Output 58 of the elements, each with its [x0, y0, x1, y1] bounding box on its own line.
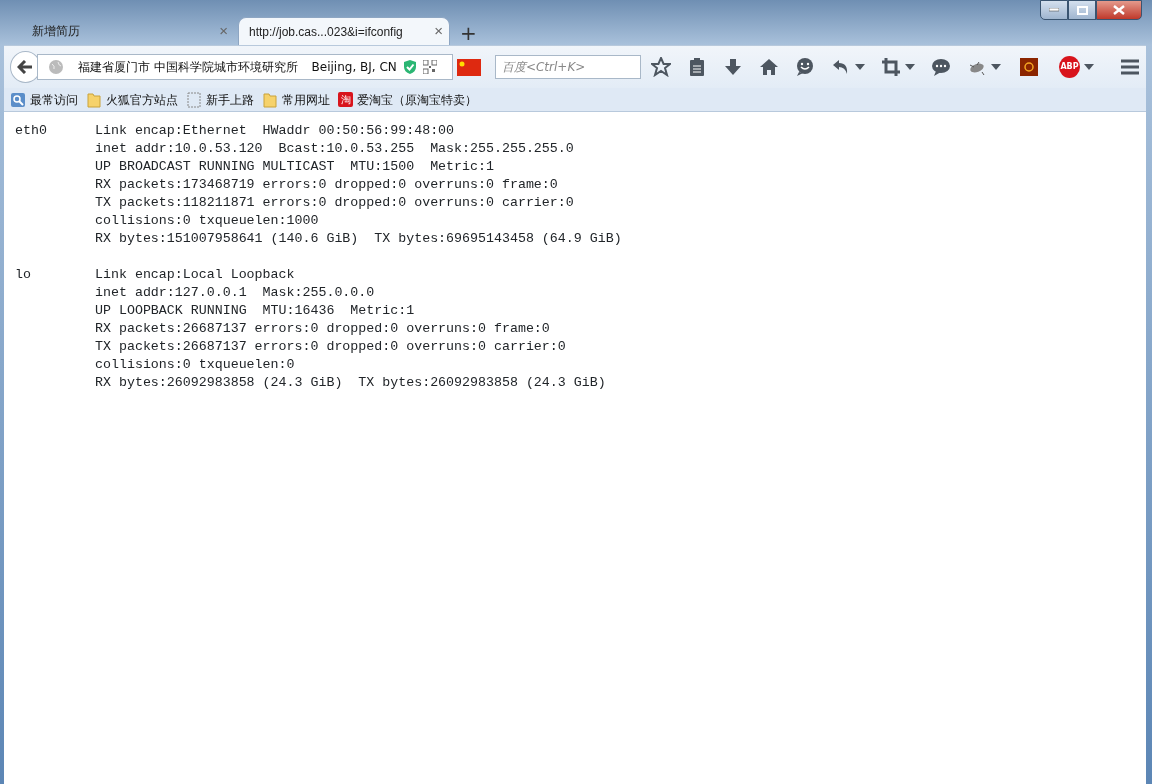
caret-icon[interactable] [1084, 64, 1094, 70]
shield-icon [402, 59, 417, 75]
output-line: TX packets:118211871 errors:0 dropped:0 overruns:0 carrier:0 [95, 194, 575, 212]
shop-logo-icon: 淘 [338, 92, 353, 107]
sun-square-icon[interactable] [1018, 57, 1039, 77]
crop-icon[interactable] [880, 57, 901, 77]
bookmark-link[interactable]: 常用网址 [262, 90, 330, 109]
geo-text: Beijing, BJ, CN [311, 59, 397, 76]
page-icon [186, 91, 202, 108]
output-line: collisions:0 txqueuelen:0 [95, 356, 296, 374]
output-line: UP LOOPBACK RUNNING MTU:16436 Metric:1 [95, 302, 416, 320]
minimize-button[interactable] [1040, 0, 1068, 20]
chat-bubble-icon[interactable] [930, 57, 951, 77]
adblock-icon[interactable]: ABP [1058, 56, 1080, 78]
minimize-icon [1049, 8, 1059, 12]
bookmark-link[interactable]: 淘 爱淘宝（原淘宝特卖） [338, 90, 477, 109]
flag-icon [456, 58, 481, 76]
caret-icon[interactable] [990, 64, 1001, 70]
search-field[interactable]: 百度<Ctrl+K> [494, 55, 641, 79]
interface-name: eth0 [15, 122, 48, 140]
output-line: RX bytes:151007958641 (140.6 GiB) TX bytes:69695143458 (64.9 GiB) [95, 230, 622, 248]
smiley-chat-icon[interactable] [794, 57, 815, 77]
back-arrow-icon [17, 60, 34, 74]
caret-icon[interactable] [904, 64, 915, 70]
qr-code-icon [422, 60, 437, 74]
folder-icon [262, 91, 278, 108]
output-line: inet addr:127.0.0.1 Mask:255.0.0.0 [95, 284, 376, 302]
output-line: Link encap:Local Loopback [95, 266, 296, 284]
output-line: inet addr:10.0.53.120 Bcast:10.0.53.255 Mask:255.255.255.0 [95, 140, 575, 158]
new-tab-button[interactable]: + [460, 23, 477, 43]
bookmark-link[interactable]: 火狐官方站点 [86, 90, 178, 109]
location-text: 福建省厦门市 中国科学院城市环境研究所 [77, 59, 298, 76]
browser-tab[interactable]: http://job.cas...023&i=ifconfig × [238, 17, 450, 45]
close-button[interactable] [1096, 0, 1142, 20]
maximize-icon [1076, 5, 1088, 15]
home-icon[interactable] [758, 57, 779, 77]
browser-tab[interactable]: 新增简历 × [22, 17, 234, 45]
interface-name: lo [15, 266, 32, 284]
menu-icon[interactable] [1120, 59, 1140, 75]
address-bar[interactable]: 福建省厦门市 中国科学院城市环境研究所 Beijing, BJ, CN [36, 54, 453, 80]
caret-icon[interactable] [854, 64, 865, 70]
folder-icon [86, 91, 102, 108]
close-icon[interactable]: × [434, 20, 443, 43]
globe-icon [47, 59, 64, 75]
close-icon [1113, 5, 1125, 15]
output-line: TX packets:26687137 errors:0 dropped:0 overruns:0 carrier:0 [95, 338, 567, 356]
output-line: collisions:0 txqueuelen:1000 [95, 212, 320, 230]
download-icon[interactable] [722, 57, 743, 77]
maximize-button[interactable] [1068, 0, 1096, 20]
output-line: RX packets:173468719 errors:0 dropped:0 overruns:0 frame:0 [95, 176, 559, 194]
output-line: RX packets:26687137 errors:0 dropped:0 overruns:0 frame:0 [95, 320, 551, 338]
bookmark-link[interactable]: 新手上路 [186, 90, 254, 109]
output-line: Link encap:Ethernet HWaddr 00:50:56:99:48:00 [95, 122, 456, 140]
magnifier-icon [10, 91, 26, 108]
output-line: RX bytes:26092983858 (24.3 GiB) TX bytes:26092983858 (24.3 GiB) [95, 374, 606, 392]
star-icon[interactable] [650, 57, 671, 77]
bookmark-link[interactable]: 最常访问 [10, 90, 78, 109]
output-line: UP BROADCAST RUNNING MULTICAST MTU:1500 Metric:1 [95, 158, 495, 176]
